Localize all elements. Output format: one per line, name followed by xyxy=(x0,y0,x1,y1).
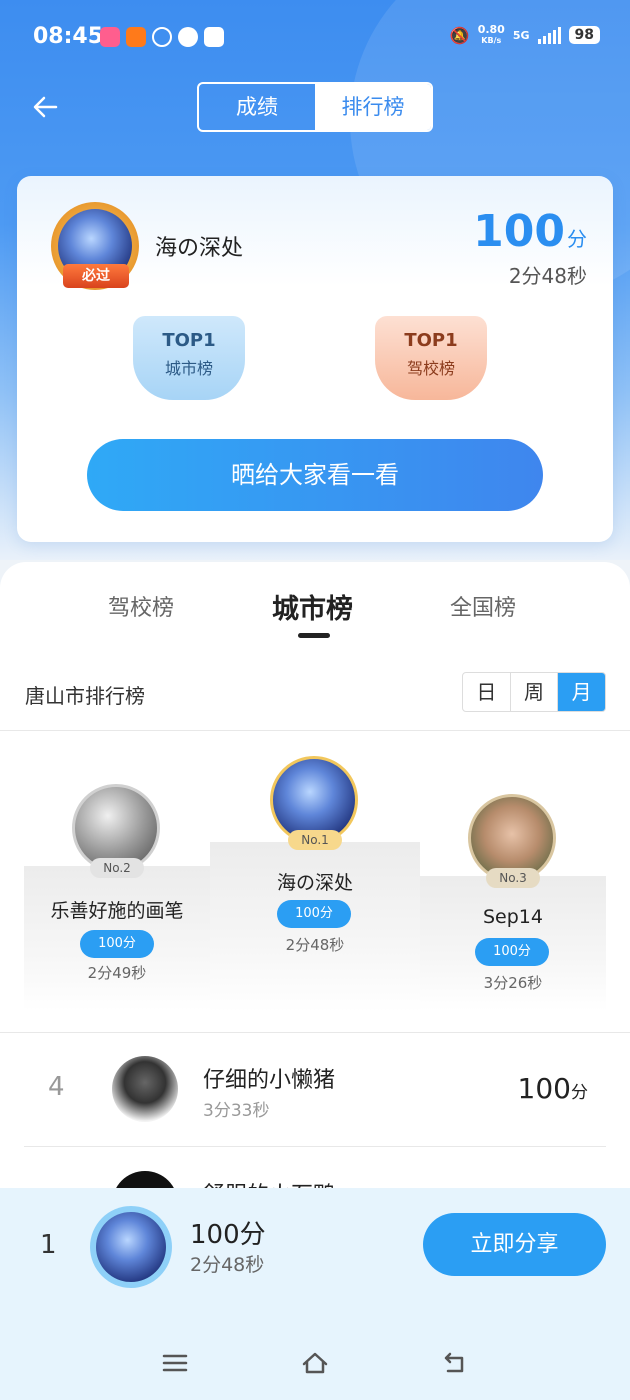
avatar xyxy=(112,1056,178,1122)
podium-time: 2分49秒 xyxy=(87,964,147,982)
pass-badge: 必过 xyxy=(45,194,147,296)
my-time: 2分48秒 xyxy=(190,1254,265,1276)
podium-time: 2分48秒 xyxy=(285,936,345,954)
home-icon[interactable] xyxy=(300,1348,330,1378)
app-notification-icon xyxy=(204,27,224,47)
badge-ribbon: 必过 xyxy=(63,264,129,288)
rank-label: No.2 xyxy=(90,858,144,878)
rank-label: No.1 xyxy=(288,830,342,850)
duration: 2分48秒 xyxy=(508,264,587,288)
globe-icon xyxy=(178,27,198,47)
tab-school-board[interactable]: 驾校榜 xyxy=(108,590,174,622)
status-bar: 08:45 🔕 0.80 KB/s 5G 98 xyxy=(0,0,630,78)
rank-label: No.3 xyxy=(486,868,540,888)
result-card: 必过 海の深处 100 分 2分48秒 TOP1 城市榜 TOP1 驾校榜 晒给大… xyxy=(17,176,613,542)
net-speed: 0.80 KB/s xyxy=(477,23,505,45)
status-time: 08:45 xyxy=(33,24,104,49)
my-rank-bar: 1 100分 2分48秒 立即分享 xyxy=(0,1188,630,1400)
person-icon xyxy=(152,27,172,47)
app-notification-icon xyxy=(126,27,146,47)
header-segmented-tabs: 成绩 排行榜 xyxy=(197,82,433,132)
show-off-button[interactable]: 晒给大家看一看 xyxy=(87,439,543,511)
system-nav-bar xyxy=(0,1338,630,1388)
menu-icon[interactable] xyxy=(160,1348,190,1378)
avatar xyxy=(96,1212,166,1282)
leaderboard-panel: 驾校榜 城市榜 全国榜 唐山市排行榜 日 周 月 No.2 乐善好施的画笔 10… xyxy=(0,562,630,1202)
podium-name: 海の深处 xyxy=(276,872,353,894)
list-name: 仔细的小懒猪 xyxy=(203,1068,336,1093)
tab-national-board[interactable]: 全国榜 xyxy=(450,590,516,622)
score-pill: 100分 xyxy=(80,930,154,958)
mute-bell-icon: 🔕 xyxy=(449,25,470,45)
tab-city-board[interactable]: 城市榜 xyxy=(272,587,353,626)
battery-icon: 98 xyxy=(568,26,600,44)
username: 海の深处 xyxy=(155,236,244,261)
score: 100 分 xyxy=(473,206,587,257)
tab-ranking[interactable]: 排行榜 xyxy=(315,84,431,130)
podium-name: 乐善好施的画笔 xyxy=(50,900,184,922)
city-top-badge: TOP1 城市榜 xyxy=(133,316,245,400)
school-top-badge: TOP1 驾校榜 xyxy=(375,316,487,400)
status-app-icons xyxy=(100,27,224,47)
signal-icon xyxy=(537,26,561,44)
list-item[interactable]: 4 仔细的小懒猪 3分33秒 100分 xyxy=(0,1032,630,1146)
score-pill: 100分 xyxy=(277,900,351,928)
my-rank: 1 xyxy=(40,1230,57,1260)
status-right: 🔕 0.80 KB/s 5G 98 xyxy=(450,24,600,46)
app-notification-icon xyxy=(100,27,120,47)
period-month[interactable]: 月 xyxy=(558,673,605,711)
podium-name: Sep14 xyxy=(483,906,543,928)
list-score: 100分 xyxy=(517,1072,588,1105)
share-now-button[interactable]: 立即分享 xyxy=(423,1213,606,1276)
tab-indicator xyxy=(298,633,330,638)
tab-results[interactable]: 成绩 xyxy=(199,84,315,130)
back-arrow-icon[interactable] xyxy=(30,92,60,122)
board-tabs: 驾校榜 城市榜 全国榜 xyxy=(0,590,630,640)
my-score: 100分 xyxy=(190,1220,266,1250)
back-icon[interactable] xyxy=(440,1348,470,1378)
rank-number: 4 xyxy=(48,1072,65,1102)
period-week[interactable]: 周 xyxy=(511,673,559,711)
podium-time: 3分26秒 xyxy=(483,974,543,992)
list-time: 3分33秒 xyxy=(203,1101,270,1121)
board-title: 唐山市排行榜 xyxy=(25,684,145,708)
divider xyxy=(0,730,630,731)
podium: No.2 乐善好施的画笔 100分 2分49秒 No.1 海の深处 100分 2… xyxy=(0,734,630,1024)
period-selector: 日 周 月 xyxy=(462,672,606,712)
period-day[interactable]: 日 xyxy=(463,673,511,711)
score-pill: 100分 xyxy=(475,938,549,966)
network-type: 5G xyxy=(512,28,530,42)
